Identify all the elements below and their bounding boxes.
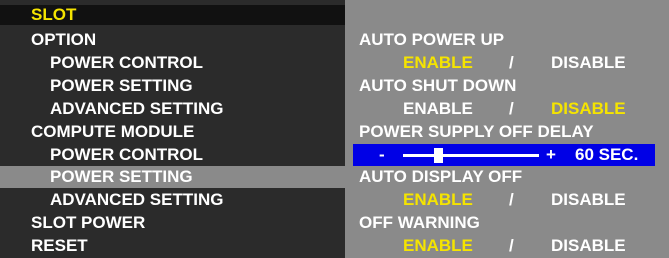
- option-separator: /: [509, 53, 514, 72]
- option-separator: /: [509, 190, 514, 209]
- menu-item-label: ADVANCED SETTING: [50, 190, 224, 209]
- menu-item-label: COMPUTE MODULE: [31, 122, 195, 141]
- menu-item-option-power-setting[interactable]: POWER SETTING: [0, 75, 345, 97]
- settings-panel: AUTO POWER UP ENABLE / DISABLE AUTO SHUT…: [345, 0, 669, 258]
- menu-item-slot-power[interactable]: SLOT POWER: [0, 212, 345, 234]
- auto-display-off-options: ENABLE / DISABLE: [345, 189, 669, 211]
- osd-menu-window: SLOT OPTION POWER CONTROL POWER SETTING …: [0, 0, 669, 258]
- auto-display-off-disable-option[interactable]: DISABLE: [551, 189, 626, 211]
- setting-label: OFF WARNING: [359, 213, 480, 232]
- menu-item-label: POWER SETTING: [50, 167, 193, 186]
- auto-shut-down-enable-option[interactable]: ENABLE: [403, 98, 473, 120]
- menu-title: SLOT: [31, 5, 77, 24]
- off-warning-disable-option[interactable]: DISABLE: [551, 235, 626, 257]
- off-warning-options: ENABLE / DISABLE: [345, 235, 669, 257]
- menu-item-reset[interactable]: RESET: [0, 235, 345, 257]
- off-warning-enable-option[interactable]: ENABLE: [403, 235, 473, 257]
- off-warning-heading: OFF WARNING: [345, 212, 669, 234]
- option-separator: /: [509, 99, 514, 118]
- auto-display-off-enable-option[interactable]: ENABLE: [403, 189, 473, 211]
- power-supply-off-delay-slider[interactable]: - + 60 SEC.: [353, 144, 655, 166]
- menu-item-compute-module[interactable]: COMPUTE MODULE: [0, 121, 345, 143]
- menu-item-label: ADVANCED SETTING: [50, 99, 224, 118]
- slider-track[interactable]: [403, 154, 539, 157]
- auto-shut-down-heading: AUTO SHUT DOWN: [345, 75, 669, 97]
- auto-shut-down-disable-option[interactable]: DISABLE: [551, 98, 626, 120]
- slider-plus-label: +: [546, 145, 556, 164]
- auto-shut-down-options: ENABLE / DISABLE: [345, 98, 669, 120]
- setting-label: POWER SUPPLY OFF DELAY: [359, 122, 594, 141]
- menu-item-option-advanced-setting[interactable]: ADVANCED SETTING: [0, 98, 345, 120]
- auto-power-up-enable-option[interactable]: ENABLE: [403, 52, 473, 74]
- auto-power-up-disable-option[interactable]: DISABLE: [551, 52, 626, 74]
- auto-display-off-heading: AUTO DISPLAY OFF: [345, 166, 669, 188]
- auto-power-up-heading: AUTO POWER UP: [345, 29, 669, 51]
- setting-label: AUTO POWER UP: [359, 30, 505, 49]
- power-supply-off-delay-heading: POWER SUPPLY OFF DELAY: [345, 121, 669, 143]
- slider-thumb[interactable]: [433, 148, 443, 163]
- auto-power-up-options: ENABLE / DISABLE: [345, 52, 669, 74]
- option-separator: /: [509, 236, 514, 255]
- menu-item-option-power-control[interactable]: POWER CONTROL: [0, 52, 345, 74]
- menu-item-label: RESET: [31, 236, 88, 255]
- menu-item-label: OPTION: [31, 30, 97, 49]
- menu-item-label: POWER CONTROL: [50, 145, 203, 164]
- slider-minus-label: -: [379, 145, 385, 164]
- menu-item-label: POWER SETTING: [50, 76, 193, 95]
- setting-label: AUTO SHUT DOWN: [359, 76, 517, 95]
- slider-value: 60 SEC.: [575, 145, 639, 164]
- menu-item-label: POWER CONTROL: [50, 53, 203, 72]
- setting-label: AUTO DISPLAY OFF: [359, 167, 523, 186]
- menu-item-compute-power-setting[interactable]: POWER SETTING: [0, 166, 345, 188]
- menu-item-compute-power-control[interactable]: POWER CONTROL: [0, 144, 345, 166]
- menu-item-compute-advanced-setting[interactable]: ADVANCED SETTING: [0, 189, 345, 211]
- menu-item-option[interactable]: OPTION: [0, 29, 345, 51]
- menu-item-label: SLOT POWER: [31, 213, 146, 232]
- menu-panel: SLOT OPTION POWER CONTROL POWER SETTING …: [0, 0, 345, 258]
